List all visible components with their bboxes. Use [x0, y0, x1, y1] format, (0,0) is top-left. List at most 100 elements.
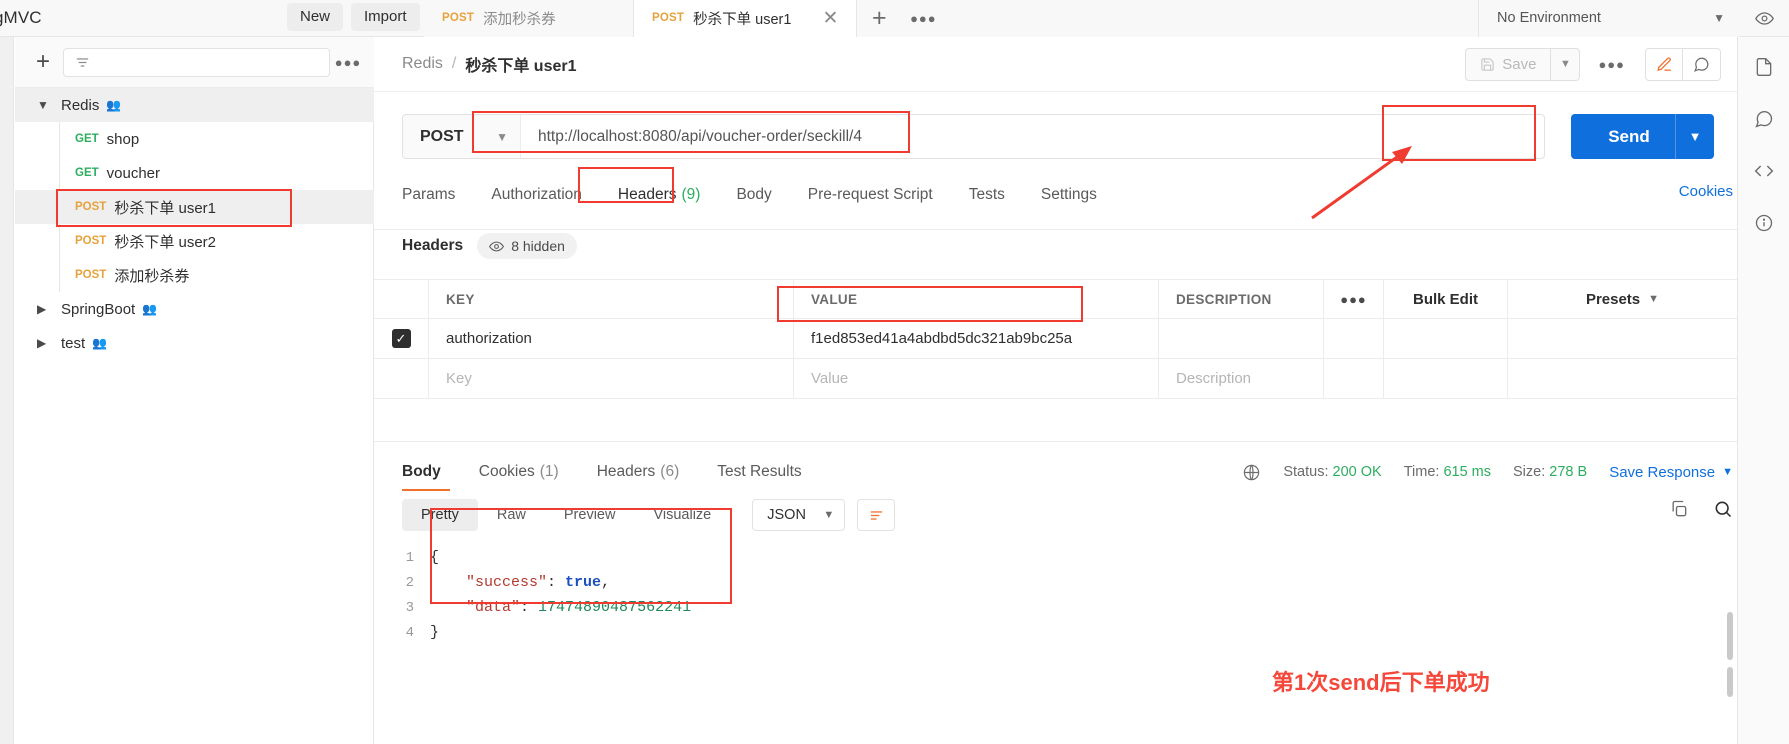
sidebar-folder-springboot[interactable]: ▶ SpringBoot 👥: [15, 292, 374, 326]
breadcrumb-root[interactable]: Redis: [402, 55, 443, 73]
line-number: 1: [405, 549, 414, 566]
header-key-input[interactable]: authorization: [446, 330, 532, 347]
tab-headers[interactable]: Headers (9): [600, 177, 719, 213]
sidebar-toolbar: + ●●●: [15, 37, 374, 88]
code-icon[interactable]: [1754, 161, 1774, 181]
response-format-selector[interactable]: JSON ▼: [752, 499, 846, 531]
http-method-selector[interactable]: POST ▼: [403, 115, 521, 158]
sidebar-more-ellipsis-icon[interactable]: ●●●: [330, 55, 366, 70]
sidebar: + ●●● ▼ Redis 👥 GET shop GET voucher POS…: [0, 37, 374, 744]
save-response-button[interactable]: Save Response ▼: [1609, 464, 1733, 481]
tab-options-ellipsis-icon[interactable]: ●●●: [901, 0, 946, 37]
collection-tree: ▼ Redis 👥 GET shop GET voucher POST 秒杀下单…: [15, 88, 374, 360]
presets-button[interactable]: Presets ▼: [1508, 280, 1737, 318]
tab-params[interactable]: Params: [402, 177, 473, 213]
new-header-description-input[interactable]: Description: [1176, 370, 1251, 387]
request-tab-0[interactable]: POST 添加秒杀券: [424, 0, 634, 37]
sidebar-folder-redis[interactable]: ▼ Redis 👥: [15, 88, 374, 122]
comment-button[interactable]: [1683, 47, 1721, 81]
cookies-link[interactable]: Cookies: [1679, 183, 1733, 200]
doc-icon[interactable]: [1754, 57, 1774, 77]
table-row-empty[interactable]: Key Value Description: [374, 359, 1737, 399]
environment-selector[interactable]: No Environment ▼: [1479, 0, 1739, 37]
response-tab-body[interactable]: Body: [402, 455, 460, 489]
bulk-edit-button[interactable]: Bulk Edit: [1384, 280, 1508, 318]
save-button[interactable]: Save: [1465, 47, 1551, 81]
response-tab-cookies[interactable]: Cookies (1): [460, 455, 578, 489]
response-viewer-toolbar: Pretty Raw Preview Visualize JSON ▼: [402, 499, 896, 531]
tab-pre-request-script[interactable]: Pre-request Script: [790, 177, 951, 213]
table-header-row: KEY VALUE DESCRIPTION ●●● Bulk Edit Pres…: [374, 279, 1737, 319]
new-button[interactable]: New: [287, 2, 344, 31]
table-row[interactable]: ✓ authorization f1ed853ed41a4abdbd5dc321…: [374, 319, 1737, 359]
column-header-value: VALUE: [811, 291, 858, 307]
edit-button[interactable]: [1645, 47, 1683, 81]
tab-tests[interactable]: Tests: [951, 177, 1023, 213]
top-bar: gMVC New Import POST 添加秒杀券 POST 秒杀下单 use…: [0, 0, 1789, 37]
viewer-mode-pretty[interactable]: Pretty: [402, 499, 478, 531]
import-button[interactable]: Import: [351, 2, 420, 31]
new-header-key-input[interactable]: Key: [446, 370, 472, 387]
chevron-right-icon: ▶: [37, 336, 47, 350]
tab-count: (1): [539, 463, 559, 480]
url-bar: POST ▼ http://localhost:8080/api/voucher…: [402, 114, 1545, 159]
new-header-value-input[interactable]: Value: [811, 370, 848, 387]
header-value-input[interactable]: f1ed853ed41a4abdbd5dc321ab9bc25a: [811, 330, 1072, 347]
tab-label: Pre-request Script: [807, 186, 933, 203]
code-token: {: [430, 549, 440, 566]
sidebar-request-shop[interactable]: GET shop: [15, 122, 374, 156]
tab-settings[interactable]: Settings: [1023, 177, 1115, 213]
response-tab-headers[interactable]: Headers (6): [578, 455, 699, 489]
info-icon[interactable]: [1754, 213, 1774, 233]
hidden-headers-toggle[interactable]: 8 hidden: [477, 233, 577, 259]
sidebar-request-seckill-user2[interactable]: POST 秒杀下单 user2: [15, 224, 374, 258]
close-icon[interactable]: ✕: [800, 9, 838, 28]
save-options-button[interactable]: ▼: [1550, 47, 1581, 81]
sidebar-request-voucher[interactable]: GET voucher: [15, 156, 374, 190]
request-more-ellipsis-icon[interactable]: ●●●: [1598, 57, 1625, 72]
code-token-comma: ,: [601, 574, 611, 591]
sidebar-request-add-voucher[interactable]: POST 添加秒杀券: [15, 258, 374, 292]
response-viewer-actions: [1669, 499, 1733, 519]
request-method-label: POST: [75, 201, 107, 213]
response-body-code[interactable]: 1 { 2 "success" : true , 3 "data" : 1747…: [402, 545, 1602, 645]
url-input[interactable]: http://localhost:8080/api/voucher-order/…: [521, 115, 1544, 158]
tab-body[interactable]: Body: [718, 177, 789, 213]
viewer-mode-preview[interactable]: Preview: [545, 499, 635, 531]
plus-icon[interactable]: +: [23, 48, 63, 76]
eye-icon: [1754, 11, 1774, 25]
share-people-icon: 👥: [92, 336, 108, 350]
comment-icon[interactable]: [1754, 109, 1774, 129]
send-label: Send: [1608, 126, 1650, 146]
tab-authorization[interactable]: Authorization: [473, 177, 599, 213]
sidebar-request-seckill-user1[interactable]: POST 秒杀下单 user1: [15, 190, 374, 224]
sidebar-folder-test[interactable]: ▶ test 👥: [15, 326, 374, 360]
folder-label: SpringBoot: [61, 300, 136, 318]
code-line: 4 }: [402, 620, 1602, 645]
chevron-down-icon[interactable]: ▼: [1676, 129, 1714, 144]
viewer-mode-visualize[interactable]: Visualize: [634, 499, 730, 531]
environment-quick-look-button[interactable]: [1739, 8, 1789, 28]
response-tab-test-results[interactable]: Test Results: [698, 455, 820, 489]
size-label: Size:: [1513, 464, 1546, 480]
annotation-text: 第1次send后下单成功: [1272, 670, 1490, 695]
response-scrollbar-thumb[interactable]: [1727, 612, 1733, 660]
tab-label: Headers: [617, 186, 677, 203]
response-divider: [374, 441, 1737, 442]
response-scrollbar-thumb-2[interactable]: [1727, 667, 1733, 697]
code-token-key: "success": [466, 574, 548, 591]
copy-icon[interactable]: [1669, 499, 1689, 519]
table-options-ellipsis-icon[interactable]: ●●●: [1324, 280, 1384, 318]
search-icon[interactable]: [1713, 499, 1733, 519]
send-button[interactable]: Send ▼: [1571, 114, 1714, 159]
wrap-lines-button[interactable]: [857, 499, 896, 531]
filter-input[interactable]: [63, 47, 330, 77]
new-tab-plus-icon[interactable]: +: [857, 0, 902, 37]
code-token-number: 17474890487562241: [538, 599, 692, 616]
tab-method-label: POST: [442, 12, 475, 24]
request-tab-1[interactable]: POST 秒杀下单 user1 ✕: [634, 0, 858, 37]
viewer-mode-raw[interactable]: Raw: [478, 499, 545, 531]
sidebar-rail: [0, 37, 14, 744]
row-checkbox[interactable]: ✓: [391, 329, 411, 348]
